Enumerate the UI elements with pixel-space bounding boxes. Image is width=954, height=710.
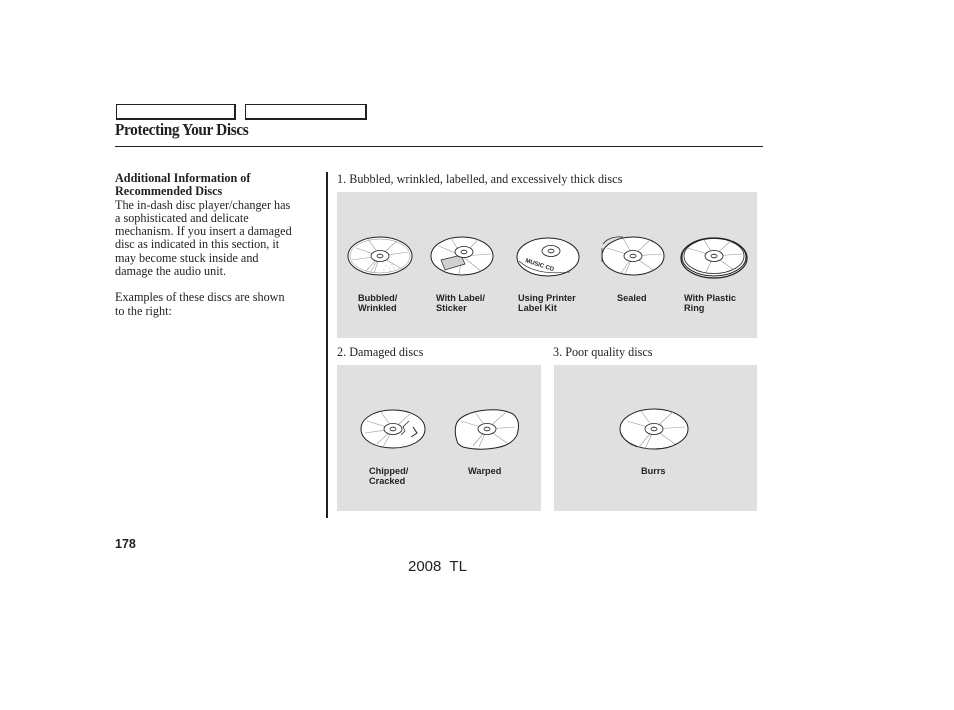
damaged-discs-panel: Chipped/ Cracked Warped [337, 365, 541, 511]
page-number: 178 [115, 537, 136, 551]
caption-bubbled-wrinkled: Bubbled/ Wrinkled [358, 293, 397, 313]
caption-warped: Warped [468, 466, 501, 476]
page-title: Protecting Your Discs [115, 120, 249, 139]
heading-line: Recommended Discs [115, 184, 223, 199]
chipped-disc-icon [359, 407, 427, 451]
caption-line: Sticker [436, 303, 467, 313]
caption-chipped-cracked: Chipped/ Cracked [369, 466, 408, 486]
caption-sealed: Sealed [617, 293, 647, 303]
section-label-poor-quality-discs: 3. Poor quality discs [553, 345, 653, 359]
section-label-damaged-discs: 2. Damaged discs [337, 345, 424, 359]
text-line: a sophisticated and delicate [115, 210, 249, 225]
footer-model-label: 2008 TL [408, 558, 467, 575]
text-line: mechanism. If you insert a damaged [115, 224, 292, 239]
caption-line: Cracked [369, 476, 406, 486]
warped-disc-icon [453, 407, 521, 453]
printer-label-disc-icon: MUSIC CD [515, 234, 581, 280]
bubbled-disc-icon [346, 234, 414, 278]
plastic-ring-disc-icon [680, 234, 748, 280]
title-rule [115, 146, 763, 147]
caption-line: Sealed [617, 293, 647, 303]
left-column: Additional Information of Recommended Di… [115, 171, 323, 318]
caption-line: Wrinkled [358, 303, 397, 313]
sealed-disc-icon [599, 234, 665, 278]
caption-line: Ring [684, 303, 705, 313]
section-label-thick-discs: 1. Bubbled, wrinkled, labelled, and exce… [337, 172, 623, 186]
text-line: The in-dash disc player/changer has [115, 197, 291, 212]
poor-quality-discs-panel: Burrs [554, 365, 757, 511]
intro-paragraph: The in-dash disc player/changer has a so… [115, 197, 323, 279]
section-heading: Additional Information of Recommended Di… [115, 171, 323, 199]
examples-paragraph: Examples of these discs are shown to the… [115, 291, 323, 318]
caption-line: Using Printer [518, 293, 576, 303]
caption-line: Bubbled/ [358, 293, 398, 303]
heading-line: Additional Information of [115, 171, 251, 185]
caption-line: Warped [468, 466, 502, 476]
caption-line: Label Kit [518, 303, 557, 313]
text-line: Examples of these discs are shown [115, 290, 285, 305]
text-line: disc as indicated in this section, it [115, 237, 280, 252]
thick-discs-panel: Bubbled/ Wrinkled With Label/ Sticker MU… [337, 192, 757, 338]
column-divider [326, 172, 328, 518]
caption-printer-label-kit: Using Printer Label Kit [518, 293, 576, 313]
nav-tab-2[interactable] [245, 104, 367, 120]
caption-line: Chipped/ [369, 466, 409, 476]
text-line: to the right: [115, 303, 172, 318]
caption-line: With Plastic [684, 293, 736, 303]
text-line: may become stuck inside and [115, 250, 259, 265]
text-line: damage the audio unit. [115, 264, 227, 279]
caption-line: Burrs [641, 466, 666, 476]
labelled-disc-icon [429, 234, 495, 278]
burrs-disc-icon [617, 407, 691, 453]
caption-with-plastic-ring: With Plastic Ring [684, 293, 736, 313]
nav-tab-1[interactable] [116, 104, 236, 120]
caption-with-label-sticker: With Label/ Sticker [436, 293, 485, 313]
caption-burrs: Burrs [641, 466, 666, 476]
caption-line: With Label/ [436, 293, 485, 303]
